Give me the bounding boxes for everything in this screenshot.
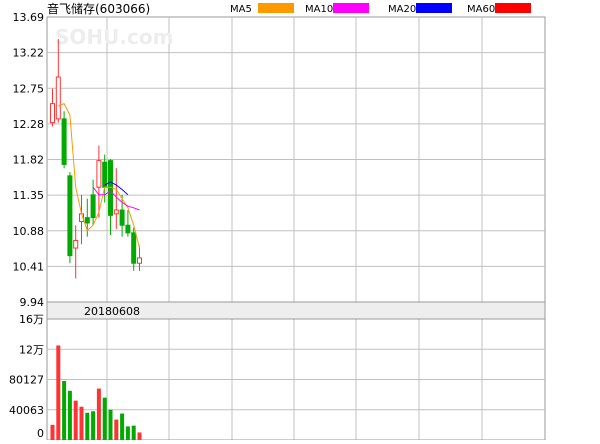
candle-body-down xyxy=(67,175,73,257)
candle-body-up xyxy=(137,257,142,264)
candle-body-up xyxy=(55,76,61,120)
candle-body-down xyxy=(119,209,125,226)
candle-body-down xyxy=(125,224,131,234)
price-tick-label: 11.82 xyxy=(13,154,45,167)
volume-tick-label: 80127 xyxy=(9,374,44,387)
volume-bar xyxy=(108,409,113,440)
candle-body-up xyxy=(73,239,79,249)
price-tick-label: 12.28 xyxy=(13,118,45,131)
price-tick-label: 13.22 xyxy=(13,47,45,60)
candle-body-down xyxy=(61,118,67,165)
volume-bar xyxy=(91,411,96,440)
volume-tick-label: 12万 xyxy=(19,343,44,356)
volume-bar xyxy=(131,425,136,440)
volume-bar xyxy=(67,390,72,440)
candle-body-down xyxy=(131,232,137,264)
legend-label: MA60 xyxy=(467,4,495,15)
date-label: 20180608 xyxy=(84,305,140,318)
stock-chart: SOHU.com 13.69 13.22 12.75 12.28 11.82 11.35 1… xyxy=(0,0,600,441)
legend-swatch xyxy=(416,3,452,13)
candle-body-down xyxy=(90,194,96,219)
volume-bar xyxy=(85,412,90,440)
volume-bar xyxy=(120,413,125,440)
candle-body-up xyxy=(113,209,119,215)
volume-tick-label: 0 xyxy=(37,427,44,440)
legend-swatch xyxy=(495,3,531,13)
volume-bar xyxy=(137,432,142,440)
price-tick-label: 9.94 xyxy=(20,296,45,309)
candle-body-up xyxy=(50,103,55,124)
volume-bar xyxy=(79,406,84,440)
volume-bar xyxy=(96,388,101,440)
volume-tick-label: 40063 xyxy=(9,404,44,417)
volume-bar xyxy=(114,419,119,440)
volume-tick-label: 16万 xyxy=(19,313,44,326)
volume-bar xyxy=(125,426,130,440)
legend-label: MA20 xyxy=(388,4,416,15)
price-tick-label: 10.41 xyxy=(13,260,45,273)
price-tick-label: 11.35 xyxy=(13,189,45,202)
price-tick-label: 10.88 xyxy=(13,225,45,238)
legend-label: MA10 xyxy=(305,4,333,15)
chart-title: 音飞储存(603066) xyxy=(47,1,150,16)
volume-bar xyxy=(102,397,107,440)
legend-swatch xyxy=(258,3,294,13)
price-tick-label: 13.69 xyxy=(13,11,45,24)
candle-body-down xyxy=(84,217,90,224)
legend-label: MA5 xyxy=(230,4,252,15)
candle-body-up xyxy=(96,160,102,188)
volume-bar xyxy=(50,424,55,440)
volume-bar xyxy=(56,345,61,440)
volume-bar xyxy=(73,400,78,440)
legend-swatch xyxy=(333,3,369,13)
watermark: SOHU.com xyxy=(55,25,173,49)
volume-bar xyxy=(62,381,67,440)
chart-svg: SOHU.com 13.69 13.22 12.75 12.28 11.82 11.35 1… xyxy=(0,0,600,441)
price-tick-label: 12.75 xyxy=(13,82,45,95)
candle-body-down xyxy=(102,161,108,188)
chart-background xyxy=(0,0,600,440)
